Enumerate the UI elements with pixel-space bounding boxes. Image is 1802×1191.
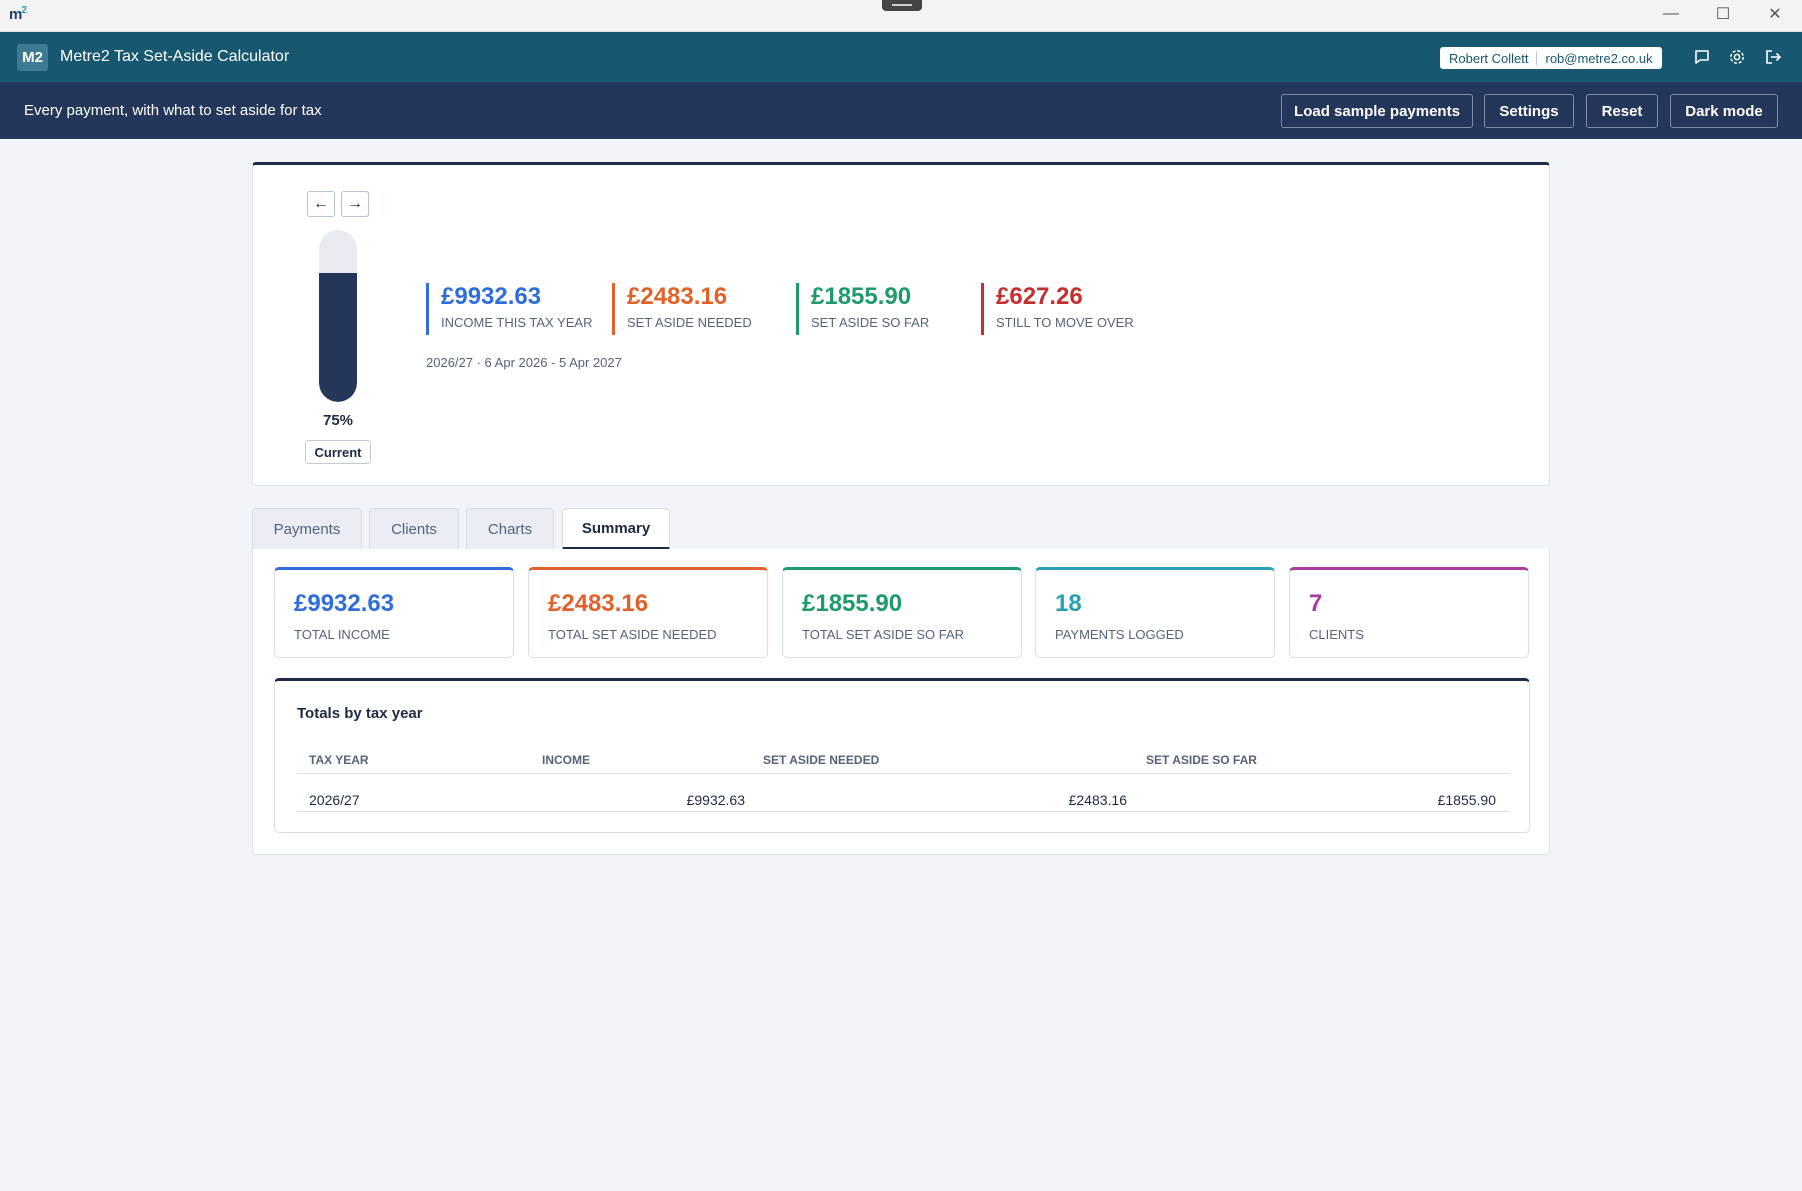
tax-year-overview-card: ← → 75% Current £9932.63 Income this tax… (252, 162, 1550, 486)
kpi-value: £2483.16 (548, 590, 649, 617)
reset-button[interactable]: Reset (1586, 94, 1658, 128)
app-header: M2 Metre2 Tax Set-Aside Calculator Rober… (0, 32, 1802, 82)
brand-badge: M2 (17, 44, 48, 71)
settings-button[interactable]: Settings (1484, 94, 1574, 128)
gear-icon (1730, 50, 1744, 64)
user-email: rob@metre2.co.uk (1545, 50, 1653, 66)
settings-icon-button[interactable] (1725, 45, 1749, 69)
kpi-value: £9932.63 (294, 590, 395, 617)
progress-percent: 75% (322, 412, 354, 429)
column-header-income: Income (542, 753, 590, 767)
stat-label: Set aside so far (811, 315, 930, 330)
kpi-label: Total set aside so far (802, 627, 965, 642)
summary-panel: £9932.63 Total income £2483.16 Total set… (252, 549, 1550, 855)
column-header-set-aside-needed: Set aside needed (763, 753, 880, 767)
stat-label: Income this tax year (441, 315, 593, 330)
user-pill-divider (1536, 51, 1538, 65)
logout-icon (1766, 50, 1782, 64)
stat-value: £2483.16 (627, 283, 728, 310)
tax-year-date-range: 2026/27 · 6 Apr 2026 - 5 Apr 2027 (426, 355, 622, 370)
cell-set-aside-so-far: £1855.90 (1437, 792, 1496, 808)
kpi-payments-logged: 18 Payments logged (1035, 567, 1275, 658)
app-logo-icon: m2 (9, 5, 27, 23)
stat-label: Still to move over (996, 315, 1134, 330)
maximize-icon: ☐ (1715, 6, 1731, 23)
header-divider (297, 773, 1509, 774)
close-icon: ✕ (1768, 6, 1782, 23)
row-divider (297, 811, 1509, 812)
close-window-button[interactable]: ✕ (1749, 0, 1801, 28)
stat-still-to-move: £627.26 Still to move over (981, 283, 1134, 335)
dark-mode-button[interactable]: Dark mode (1670, 94, 1778, 128)
column-header-tax-year: Tax year (309, 753, 369, 767)
kpi-value: 18 (1055, 590, 1082, 617)
action-bar: Every payment, with what to set aside fo… (0, 82, 1802, 139)
cell-set-aside-needed: £2483.16 (1068, 792, 1127, 808)
kpi-label: Clients (1309, 627, 1364, 642)
kpi-total-set-aside-so-far: £1855.90 Total set aside so far (782, 567, 1022, 658)
current-year-button[interactable]: Current (305, 440, 371, 464)
stat-value: £627.26 (996, 283, 1083, 310)
stat-income: £9932.63 Income this tax year (426, 283, 592, 335)
app-title: Metre2 Tax Set-Aside Calculator (60, 48, 290, 65)
tagline: Every payment, with what to set aside fo… (24, 102, 322, 119)
user-name: Robert Collett (1449, 50, 1529, 66)
kpi-label: Payments logged (1055, 627, 1184, 642)
kpi-total-set-aside-needed: £2483.16 Total set aside needed (528, 567, 768, 658)
cell-income: £9932.63 (686, 792, 745, 808)
progress-fill (319, 273, 357, 402)
tab-payments[interactable]: Payments (252, 508, 362, 550)
stat-set-aside-so-far: £1855.90 Set aside so far (796, 283, 929, 335)
maximize-button[interactable]: ☐ (1697, 0, 1749, 28)
kpi-value: £1855.90 (802, 590, 903, 617)
user-pill[interactable]: Robert Collett rob@metre2.co.uk (1440, 47, 1662, 69)
kpi-value: 7 (1309, 590, 1323, 617)
stat-value: £1855.90 (811, 283, 912, 310)
kpi-label: Total income (294, 627, 390, 642)
minimize-button[interactable]: — (1645, 0, 1697, 28)
logout-button[interactable] (1761, 45, 1785, 69)
tab-clients[interactable]: Clients (369, 508, 459, 550)
tab-charts[interactable]: Charts (466, 508, 554, 550)
window-grip-handle[interactable] (882, 0, 922, 11)
os-title-bar: m2 — ☐ ✕ (0, 0, 1802, 32)
kpi-total-income: £9932.63 Total income (274, 567, 514, 658)
kpi-label: Total set aside needed (548, 627, 717, 642)
kpi-clients: 7 Clients (1289, 567, 1529, 658)
stat-value: £9932.63 (441, 283, 542, 310)
previous-year-button[interactable]: ← (307, 191, 335, 217)
minimize-icon: — (1663, 5, 1679, 22)
totals-title: Totals by tax year (297, 705, 423, 722)
set-aside-progress-jar (319, 230, 357, 402)
cell-tax-year: 2026/27 (309, 792, 360, 808)
chat-icon (1695, 50, 1709, 64)
next-year-button[interactable]: → (341, 191, 369, 217)
load-sample-payments-button[interactable]: Load sample payments (1281, 94, 1473, 128)
stat-set-aside-needed: £2483.16 Set aside needed (612, 283, 752, 335)
feedback-button[interactable] (1690, 45, 1714, 69)
totals-by-tax-year-card: Totals by tax year Tax year Income Set a… (274, 678, 1530, 833)
column-header-set-aside-so-far: Set aside so far (1146, 753, 1257, 767)
stat-label: Set aside needed (627, 315, 752, 330)
tab-summary[interactable]: Summary (562, 508, 670, 550)
